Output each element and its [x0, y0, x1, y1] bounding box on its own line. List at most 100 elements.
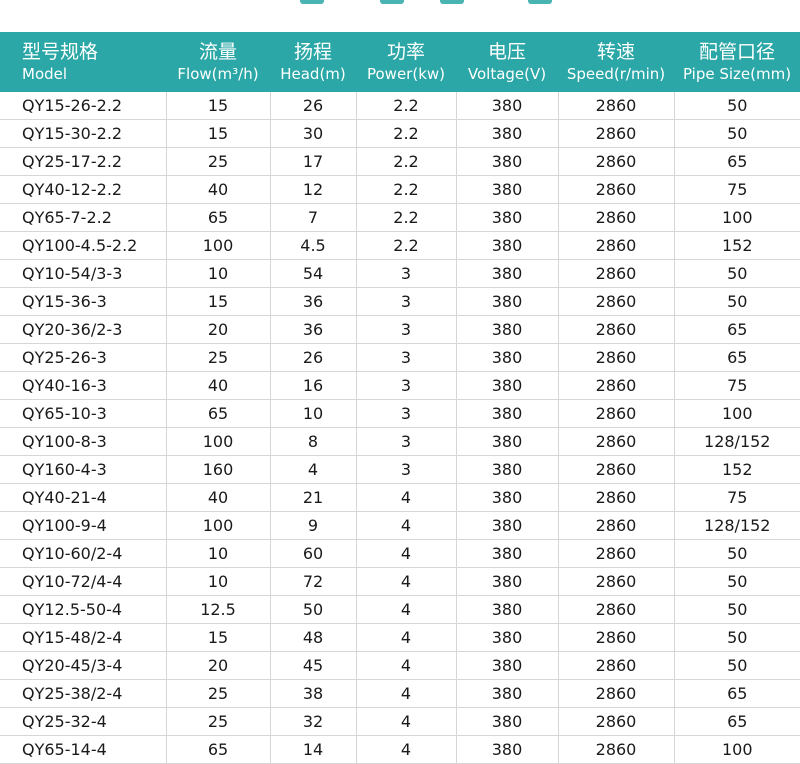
title-fragment [380, 0, 404, 4]
pipe-size-cell: 100 [674, 203, 800, 232]
voltage-cell: 380 [456, 259, 559, 288]
power-cell: 4 [356, 483, 457, 512]
table-body: QY15-26-2.2 15 26 2.2 380 2860 50 QY15-30-2.2 15… [0, 92, 800, 764]
head-cell: 26 [270, 92, 357, 120]
power-cell: 3 [356, 427, 457, 456]
table-row: QY20-36/2-3 20 36 3 380 2860 65 [0, 315, 800, 344]
head-cell: 16 [270, 371, 357, 400]
title-fragment-strip [0, 0, 800, 32]
title-fragment [528, 0, 552, 4]
table-row: QY15-26-2.2 15 26 2.2 380 2860 50 [0, 92, 800, 120]
flow-cell: 10 [166, 567, 271, 596]
table-row: QY15-30-2.2 15 30 2.2 380 2860 50 [0, 119, 800, 148]
voltage-cell: 380 [456, 399, 559, 428]
header-power-zh: 功率 [386, 41, 425, 63]
table-row: QY20-45/3-4 20 45 4 380 2860 50 [0, 651, 800, 680]
voltage-cell: 380 [456, 287, 559, 316]
power-cell: 2.2 [356, 175, 457, 204]
power-cell: 2.2 [356, 203, 457, 232]
flow-cell: 65 [166, 203, 271, 232]
pipe-size-cell: 152 [674, 455, 800, 484]
voltage-cell: 380 [456, 679, 559, 708]
pipe-size-cell: 128/152 [674, 427, 800, 456]
voltage-cell: 380 [456, 539, 559, 568]
header-flow: 流量 Flow(m³/h) [166, 32, 270, 92]
head-cell: 72 [270, 567, 357, 596]
voltage-cell: 380 [456, 147, 559, 176]
power-cell: 4 [356, 567, 457, 596]
model-cell: QY25-32-4 [0, 707, 167, 736]
speed-cell: 2860 [558, 651, 675, 680]
model-cell: QY20-45/3-4 [0, 651, 167, 680]
model-cell: QY65-14-4 [0, 735, 167, 764]
power-cell: 2.2 [356, 92, 457, 120]
head-cell: 14 [270, 735, 357, 764]
table-row: QY65-14-4 65 14 4 380 2860 100 [0, 735, 800, 764]
power-cell: 4 [356, 679, 457, 708]
voltage-cell: 380 [456, 707, 559, 736]
header-head-en: Head(m) [280, 65, 346, 83]
speed-cell: 2860 [558, 483, 675, 512]
head-cell: 38 [270, 679, 357, 708]
head-cell: 36 [270, 315, 357, 344]
voltage-cell: 380 [456, 427, 559, 456]
head-cell: 17 [270, 147, 357, 176]
head-cell: 48 [270, 623, 357, 652]
voltage-cell: 380 [456, 483, 559, 512]
voltage-cell: 380 [456, 175, 559, 204]
pipe-size-cell: 50 [674, 92, 800, 120]
header-pipe-size-en: Pipe Size(mm) [682, 65, 792, 83]
header-pipe-size: 配管口径 Pipe Size(mm) [674, 32, 800, 92]
speed-cell: 2860 [558, 175, 675, 204]
power-cell: 2.2 [356, 231, 457, 260]
flow-cell: 65 [166, 399, 271, 428]
pipe-size-cell: 50 [674, 651, 800, 680]
head-cell: 4.5 [270, 231, 357, 260]
voltage-cell: 380 [456, 119, 559, 148]
table-row: QY15-36-3 15 36 3 380 2860 50 [0, 287, 800, 316]
title-fragment [300, 0, 324, 4]
speed-cell: 2860 [558, 539, 675, 568]
power-cell: 3 [356, 399, 457, 428]
speed-cell: 2860 [558, 315, 675, 344]
speed-cell: 2860 [558, 371, 675, 400]
power-cell: 4 [356, 623, 457, 652]
voltage-cell: 380 [456, 315, 559, 344]
power-cell: 3 [356, 343, 457, 372]
head-cell: 12 [270, 175, 357, 204]
pipe-size-cell: 100 [674, 735, 800, 764]
table-row: QY40-21-4 40 21 4 380 2860 75 [0, 483, 800, 512]
model-cell: QY65-7-2.2 [0, 203, 167, 232]
speed-cell: 2860 [558, 147, 675, 176]
header-model-zh: 型号规格 [22, 41, 99, 63]
speed-cell: 2860 [558, 623, 675, 652]
speed-cell: 2860 [558, 231, 675, 260]
table-row: QY40-12-2.2 40 12 2.2 380 2860 75 [0, 175, 800, 204]
table-row: QY10-60/2-4 10 60 4 380 2860 50 [0, 539, 800, 568]
header-speed-zh: 转速 [596, 41, 635, 63]
flow-cell: 15 [166, 119, 271, 148]
head-cell: 26 [270, 343, 357, 372]
speed-cell: 2860 [558, 679, 675, 708]
table-row: QY10-54/3-3 10 54 3 380 2860 50 [0, 259, 800, 288]
head-cell: 9 [270, 511, 357, 540]
table-row: QY65-10-3 65 10 3 380 2860 100 [0, 399, 800, 428]
voltage-cell: 380 [456, 371, 559, 400]
voltage-cell: 380 [456, 203, 559, 232]
model-cell: QY100-9-4 [0, 511, 167, 540]
flow-cell: 25 [166, 343, 271, 372]
head-cell: 30 [270, 119, 357, 148]
head-cell: 10 [270, 399, 357, 428]
pipe-size-cell: 50 [674, 595, 800, 624]
flow-cell: 10 [166, 259, 271, 288]
table-header-row: 型号规格 Model 流量 Flow(m³/h) 扬程 Head(m) 功率 P… [0, 32, 800, 92]
pipe-size-cell: 50 [674, 287, 800, 316]
header-model: 型号规格 Model [0, 32, 166, 92]
model-cell: QY15-36-3 [0, 287, 167, 316]
header-flow-zh: 流量 [198, 41, 237, 63]
model-cell: QY65-10-3 [0, 399, 167, 428]
header-flow-en: Flow(m³/h) [177, 65, 259, 83]
head-cell: 7 [270, 203, 357, 232]
flow-cell: 40 [166, 175, 271, 204]
pipe-size-cell: 152 [674, 231, 800, 260]
